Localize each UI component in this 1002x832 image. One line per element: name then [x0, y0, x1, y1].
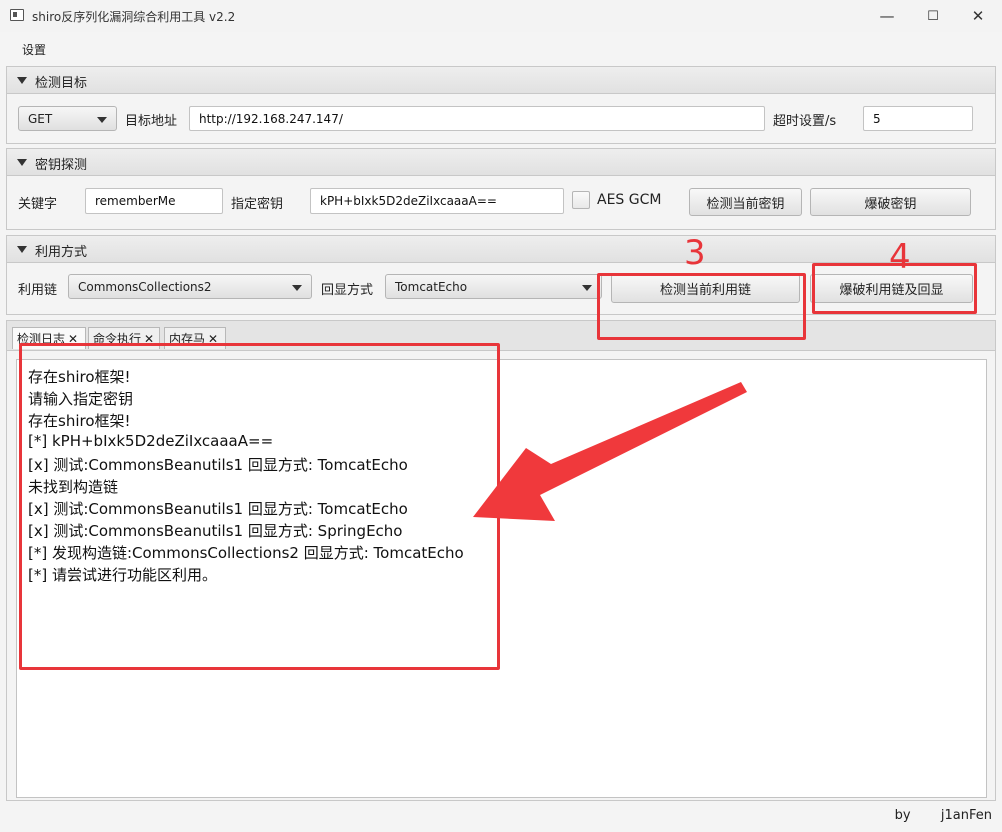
arrow-icon — [473, 382, 747, 521]
annotation-arrow — [473, 382, 747, 521]
